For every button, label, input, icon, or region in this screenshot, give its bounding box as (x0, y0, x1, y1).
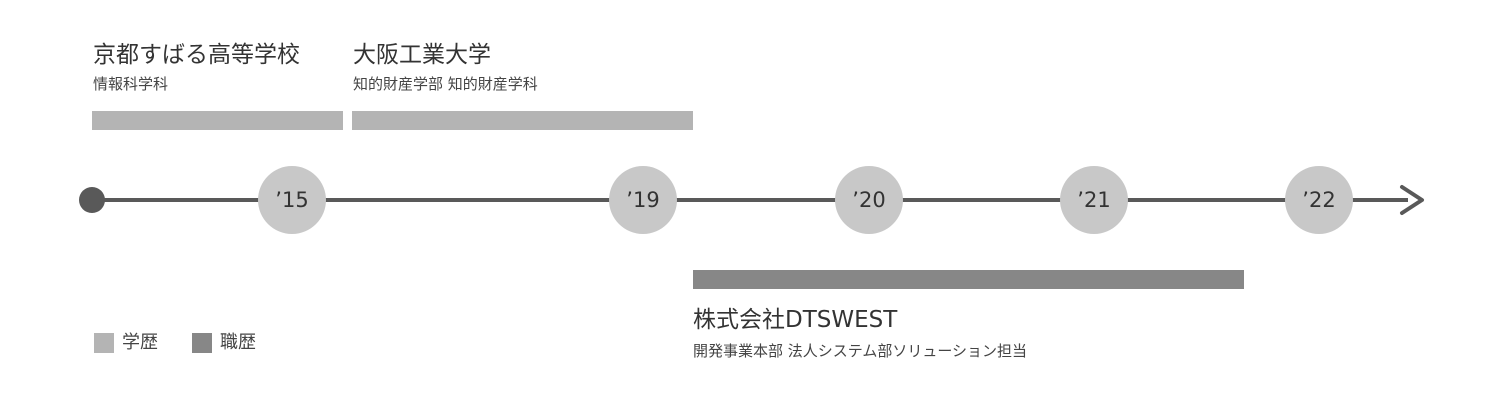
legend-work-swatch (192, 333, 212, 353)
legend-education-label: 学歴 (122, 332, 158, 353)
arrow-right-icon (1400, 185, 1424, 215)
education-2-bar (352, 111, 693, 130)
year-node-15: ’15 (258, 166, 326, 234)
year-node-19: ’19 (609, 166, 677, 234)
work-1-bar (693, 270, 1244, 289)
year-node-21: ’21 (1060, 166, 1128, 234)
education-2-department: 知的財産学部 知的財産学科 (353, 75, 538, 93)
education-1-bar (92, 111, 343, 130)
education-1-department: 情報科学科 (93, 75, 169, 93)
legend-work-label: 職歴 (220, 332, 256, 353)
education-2-school: 大阪工業大学 (353, 42, 491, 68)
work-1-company: 株式会社DTSWEST (693, 307, 898, 333)
legend-work: 職歴 (192, 333, 256, 353)
legend-education-swatch (94, 333, 114, 353)
timeline-start-dot (79, 187, 105, 213)
year-node-20: ’20 (835, 166, 903, 234)
year-node-22: ’22 (1285, 166, 1353, 234)
education-1-school: 京都すばる高等学校 (93, 42, 300, 68)
legend-education: 学歴 (94, 333, 158, 353)
work-1-department: 開発事業本部 法人システム部ソリューション担当 (693, 342, 1028, 360)
